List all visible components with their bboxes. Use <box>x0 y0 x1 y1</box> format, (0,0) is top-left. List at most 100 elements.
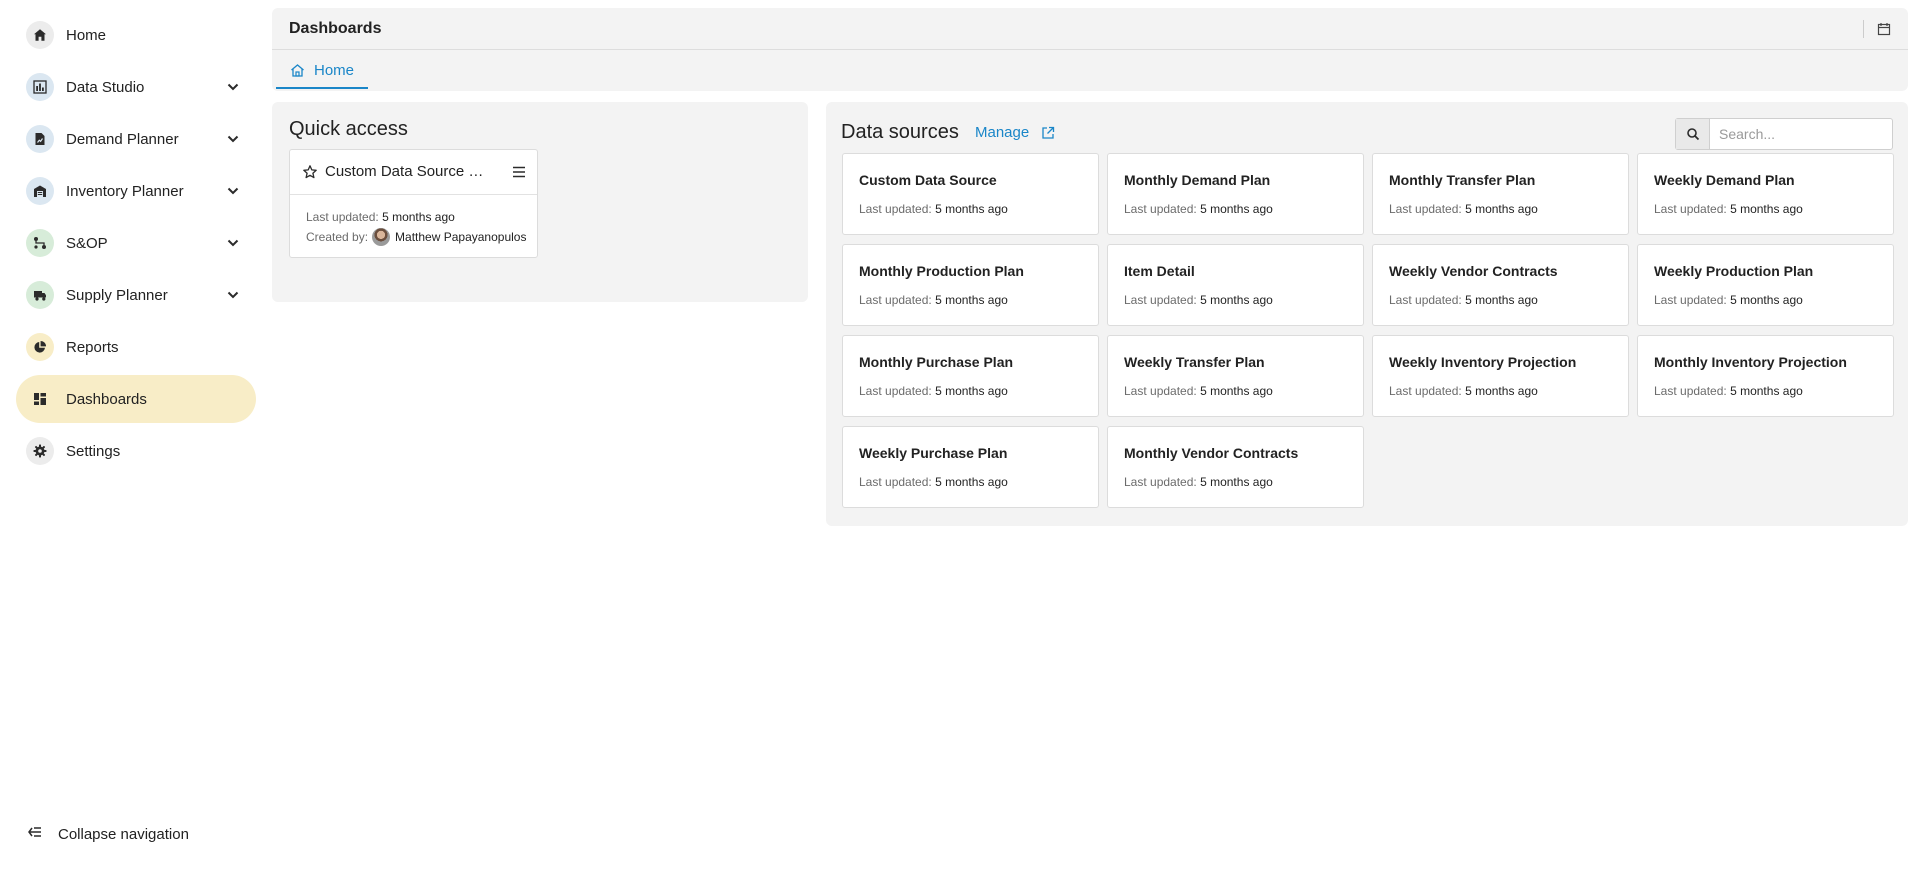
data-source-card[interactable]: Weekly Purchase Plan Last updated: 5 mont… <box>842 426 1099 508</box>
data-source-name: Monthly Production Plan <box>859 263 1024 279</box>
manage-link[interactable]: Manage <box>975 124 1055 141</box>
calendar-icon[interactable] <box>1875 20 1893 38</box>
chevron-down-icon[interactable] <box>226 132 240 146</box>
meta-value: 5 months ago <box>1730 384 1803 398</box>
sidebar-item-label: Data Studio <box>66 78 145 96</box>
header-separator <box>272 49 1908 50</box>
tab-active-indicator <box>276 87 368 89</box>
chevron-down-icon[interactable] <box>226 184 240 198</box>
data-source-card[interactable]: Weekly Demand Plan Last updated: 5 months… <box>1637 153 1894 235</box>
meta-value: 5 months ago <box>1730 293 1803 307</box>
sidebar-nav: Home Data Studio Demand Planner Inventor… <box>0 0 272 870</box>
meta-value: 5 months ago <box>935 293 1008 307</box>
meta-value: 5 months ago <box>1465 293 1538 307</box>
data-source-card[interactable]: Monthly Production Plan Last updated: 5 m… <box>842 244 1099 326</box>
data-source-name: Monthly Purchase Plan <box>859 354 1014 370</box>
data-source-name: Weekly Inventory Projection <box>1389 354 1577 370</box>
gear-icon <box>26 437 54 465</box>
data-source-name: Weekly Vendor Contracts <box>1389 263 1558 279</box>
data-source-updated: Last updated: 5 months ago <box>859 384 1008 398</box>
data-source-name: Monthly Transfer Plan <box>1389 172 1536 188</box>
sidebar-item-label: Settings <box>66 442 121 460</box>
data-source-card[interactable]: Monthly Inventory Projection Last updated… <box>1637 335 1894 417</box>
data-source-name: Weekly Purchase Plan <box>859 445 1008 461</box>
meta-key: Last updated: <box>859 384 932 398</box>
data-source-card[interactable]: Weekly Production Plan Last updated: 5 mo… <box>1637 244 1894 326</box>
collapse-navigation-label: Collapse navigation <box>58 825 189 843</box>
sidebar-item-data-studio[interactable]: Data Studio <box>16 63 256 111</box>
quick-access-title: Quick access <box>289 118 408 140</box>
data-source-name: Custom Data Source <box>859 172 997 188</box>
meta-key: Last updated: <box>859 202 932 216</box>
sidebar-item-supply-planner[interactable]: Supply Planner <box>16 271 256 319</box>
search-icon[interactable] <box>1676 119 1710 149</box>
data-source-updated: Last updated: 5 months ago <box>1124 384 1273 398</box>
meta-value: 5 months ago <box>1465 384 1538 398</box>
data-source-card[interactable]: Custom Data Source Last updated: 5 months… <box>842 153 1099 235</box>
document-chart-icon <box>26 125 54 153</box>
chevron-down-icon[interactable] <box>226 288 240 302</box>
meta-key: Last updated: <box>859 293 932 307</box>
home-icon <box>26 21 54 49</box>
data-source-name: Monthly Demand Plan <box>1124 172 1271 188</box>
search-input[interactable] <box>1711 119 1891 149</box>
sidebar-item-settings[interactable]: Settings <box>16 427 256 475</box>
quick-access-card-name[interactable]: Custom Data Source Dashboard <box>325 163 493 180</box>
data-source-card[interactable]: Weekly Inventory Projection Last updated:… <box>1372 335 1629 417</box>
meta-value: 5 months ago <box>1200 475 1273 489</box>
collapse-navigation-button[interactable]: Collapse navigation <box>28 820 189 848</box>
data-source-updated: Last updated: 5 months ago <box>1124 475 1273 489</box>
sidebar-item-label: Reports <box>66 338 119 356</box>
chevron-down-icon[interactable] <box>226 80 240 94</box>
manage-label: Manage <box>975 124 1030 141</box>
data-sources-title: Data sources <box>841 121 959 143</box>
data-source-card[interactable]: Monthly Transfer Plan Last updated: 5 mon… <box>1372 153 1629 235</box>
meta-value: 5 months ago <box>1200 202 1273 216</box>
data-source-updated: Last updated: 5 months ago <box>859 475 1008 489</box>
meta-key: Last updated: <box>859 475 932 489</box>
data-source-name: Monthly Vendor Contracts <box>1124 445 1299 461</box>
meta-value: 5 months ago <box>1200 293 1273 307</box>
data-source-updated: Last updated: 5 months ago <box>1654 293 1803 307</box>
meta-key: Last updated: <box>1389 202 1462 216</box>
meta-key: Last updated: <box>1654 384 1727 398</box>
sidebar-item-label: Inventory Planner <box>66 182 184 200</box>
chevron-down-icon[interactable] <box>226 236 240 250</box>
data-source-updated: Last updated: 5 months ago <box>1389 293 1538 307</box>
star-icon[interactable] <box>302 164 318 180</box>
sidebar-item-inventory-planner[interactable]: Inventory Planner <box>16 167 256 215</box>
external-link-icon <box>1041 126 1055 140</box>
page-title: Dashboards <box>289 20 382 37</box>
sidebar-item-sop[interactable]: S&OP <box>16 219 256 267</box>
flow-icon <box>26 229 54 257</box>
data-source-card[interactable]: Weekly Transfer Plan Last updated: 5 mont… <box>1107 335 1364 417</box>
data-source-updated: Last updated: 5 months ago <box>1124 293 1273 307</box>
quick-access-card-updated: Last updated: 5 months ago <box>306 210 455 224</box>
meta-value: 5 months ago <box>1200 384 1273 398</box>
hamburger-menu-icon[interactable] <box>510 163 528 181</box>
quick-access-card[interactable]: Custom Data Source Dashboard Last update… <box>289 149 538 258</box>
meta-key: Last updated: <box>1124 384 1197 398</box>
meta-key: Created by: <box>306 230 369 244</box>
sidebar-item-label: Dashboards <box>66 390 147 408</box>
meta-key: Last updated: <box>1389 293 1462 307</box>
meta-key: Last updated: <box>1654 293 1727 307</box>
data-source-card[interactable]: Monthly Purchase Plan Last updated: 5 mon… <box>842 335 1099 417</box>
data-source-card[interactable]: Monthly Demand Plan Last updated: 5 month… <box>1107 153 1364 235</box>
pie-chart-icon <box>26 333 54 361</box>
sidebar-item-reports[interactable]: Reports <box>16 323 256 371</box>
data-source-card[interactable]: Weekly Vendor Contracts Last updated: 5 m… <box>1372 244 1629 326</box>
meta-key: Last updated: <box>306 210 379 224</box>
data-source-card[interactable]: Item Detail Last updated: 5 months ago <box>1107 244 1364 326</box>
sidebar-item-home[interactable]: Home <box>16 11 256 59</box>
meta-value: 5 months ago <box>935 384 1008 398</box>
search-box <box>1675 118 1893 150</box>
data-source-card[interactable]: Monthly Vendor Contracts Last updated: 5 … <box>1107 426 1364 508</box>
sidebar-item-dashboards[interactable]: Dashboards <box>16 375 256 423</box>
meta-key: Last updated: <box>1124 475 1197 489</box>
data-source-updated: Last updated: 5 months ago <box>859 202 1008 216</box>
tab-home[interactable]: Home <box>276 52 368 89</box>
sidebar-item-demand-planner[interactable]: Demand Planner <box>16 115 256 163</box>
meta-value: 5 months ago <box>1465 202 1538 216</box>
meta-key: Last updated: <box>1124 293 1197 307</box>
